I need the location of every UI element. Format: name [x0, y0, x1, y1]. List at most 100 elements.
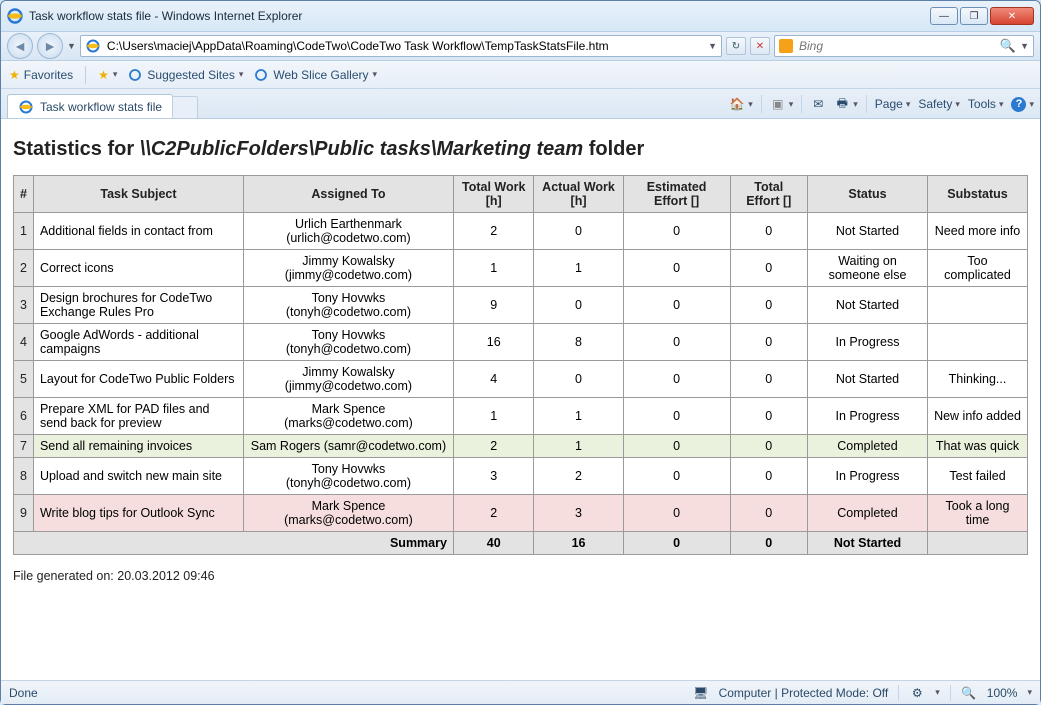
- protected-mode-toggle[interactable]: ⚙: [909, 685, 925, 701]
- cell-esteffort: 0: [623, 435, 730, 458]
- cell-substatus: [928, 324, 1028, 361]
- star-icon: ★: [9, 68, 20, 82]
- tools-menu-label: Tools: [968, 97, 996, 111]
- back-button[interactable]: ◄: [7, 33, 33, 59]
- cell-index: 3: [14, 287, 34, 324]
- cell-subject: Correct icons: [33, 250, 243, 287]
- cell-index: 6: [14, 398, 34, 435]
- cell-subject: Design brochures for CodeTwo Exchange Ru…: [33, 287, 243, 324]
- cell-toteffort: 0: [730, 250, 807, 287]
- cell-subject: Upload and switch new main site: [33, 458, 243, 495]
- tools-menu[interactable]: Tools ▾: [968, 97, 1004, 111]
- col-index: #: [14, 176, 34, 213]
- cell-esteffort: 0: [623, 250, 730, 287]
- refresh-button[interactable]: ↻: [726, 37, 746, 55]
- table-row: 9Write blog tips for Outlook SyncMark Sp…: [14, 495, 1028, 532]
- minimize-button[interactable]: —: [930, 7, 958, 25]
- cell-status: Completed: [808, 495, 928, 532]
- zone-icon: 🖥: [693, 685, 709, 701]
- address-input[interactable]: [105, 38, 704, 54]
- cell-assigned: Mark Spence(marks@codetwo.com): [243, 495, 453, 532]
- cell-subject: Write blog tips for Outlook Sync: [33, 495, 243, 532]
- col-toteffort: Total Effort []: [730, 176, 807, 213]
- cell-assigned: Tony Hovwks(tonyh@codetwo.com): [243, 324, 453, 361]
- search-go-icon[interactable]: 🔍: [1000, 38, 1016, 54]
- table-row: 2Correct iconsJimmy Kowalsky(jimmy@codet…: [14, 250, 1028, 287]
- cell-index: 2: [14, 250, 34, 287]
- cell-status: In Progress: [808, 398, 928, 435]
- cell-actualwork: 0: [534, 361, 623, 398]
- cell-subject: Google AdWords - additional campaigns: [33, 324, 243, 361]
- favorites-button[interactable]: ★Favorites: [9, 68, 73, 82]
- zoom-icon[interactable]: 🔍: [961, 685, 977, 701]
- cell-assigned: Mark Spence(marks@codetwo.com): [243, 398, 453, 435]
- status-bar: Done 🖥 Computer | Protected Mode: Off ⚙▾…: [1, 680, 1040, 704]
- page-content: Statistics for \\C2PublicFolders\Public …: [1, 119, 1040, 680]
- title-bar: Task workflow stats file - Windows Inter…: [1, 1, 1040, 31]
- suggested-sites-button[interactable]: Suggested Sites▾: [127, 67, 243, 83]
- cell-esteffort: 0: [623, 458, 730, 495]
- heading-prefix: Statistics for: [13, 138, 140, 160]
- safety-menu[interactable]: Safety ▾: [918, 97, 960, 111]
- summary-substatus: [928, 532, 1028, 555]
- summary-esteffort: 0: [623, 532, 730, 555]
- cell-status: Not Started: [808, 213, 928, 250]
- maximize-button[interactable]: ❐: [960, 7, 988, 25]
- close-button[interactable]: ✕: [990, 7, 1034, 25]
- page-menu[interactable]: Page ▾: [875, 97, 911, 111]
- cell-totalwork: 1: [453, 250, 534, 287]
- page-heading: Statistics for \\C2PublicFolders\Public …: [13, 138, 1028, 161]
- search-dropdown[interactable]: ▼: [1020, 41, 1029, 51]
- search-box[interactable]: 🔍 ▼: [774, 35, 1034, 57]
- ie-icon: [7, 8, 23, 24]
- cell-esteffort: 0: [623, 495, 730, 532]
- col-totalwork: Total Work [h]: [453, 176, 534, 213]
- web-slice-button[interactable]: Web Slice Gallery▾: [253, 67, 377, 83]
- cell-subject: Prepare XML for PAD files and send back …: [33, 398, 243, 435]
- cell-status: Not Started: [808, 287, 928, 324]
- print-icon: 🖶: [834, 96, 850, 112]
- add-favorite-button[interactable]: ★▾: [98, 68, 117, 82]
- stats-table: # Task Subject Assigned To Total Work [h…: [13, 175, 1028, 555]
- cell-index: 4: [14, 324, 34, 361]
- cell-toteffort: 0: [730, 398, 807, 435]
- tab-row: Task workflow stats file 🏠▾ ▣▾ ✉ 🖶▾ Page…: [1, 89, 1040, 119]
- cell-substatus: That was quick: [928, 435, 1028, 458]
- search-input[interactable]: [797, 38, 996, 54]
- help-button[interactable]: ?▾: [1011, 97, 1034, 112]
- cell-toteffort: 0: [730, 287, 807, 324]
- cell-esteffort: 0: [623, 324, 730, 361]
- page-menu-label: Page: [875, 97, 903, 111]
- heading-path: \\C2PublicFolders\Public tasks\Marketing…: [140, 138, 583, 160]
- webslice-label: Web Slice Gallery: [273, 68, 368, 82]
- read-mail-button[interactable]: ✉: [810, 96, 826, 112]
- cell-substatus: Too complicated: [928, 250, 1028, 287]
- bing-icon: [779, 39, 793, 53]
- cell-esteffort: 0: [623, 398, 730, 435]
- history-dropdown[interactable]: ▼: [67, 41, 76, 51]
- feeds-button[interactable]: ▣▾: [770, 96, 794, 112]
- new-tab-button[interactable]: [172, 96, 198, 118]
- forward-button[interactable]: ►: [37, 33, 63, 59]
- print-button[interactable]: 🖶▾: [834, 96, 858, 112]
- cell-index: 8: [14, 458, 34, 495]
- table-row: 8Upload and switch new main siteTony Hov…: [14, 458, 1028, 495]
- cell-actualwork: 0: [534, 287, 623, 324]
- address-bar[interactable]: ▼: [80, 35, 722, 57]
- cell-substatus: Took a long time: [928, 495, 1028, 532]
- suggested-label: Suggested Sites: [147, 68, 234, 82]
- cell-totalwork: 16: [453, 324, 534, 361]
- cell-totalwork: 2: [453, 213, 534, 250]
- active-tab[interactable]: Task workflow stats file: [7, 94, 173, 118]
- zoom-dropdown[interactable]: ▾: [1027, 687, 1032, 698]
- address-dropdown[interactable]: ▼: [708, 41, 717, 51]
- col-actualwork: Actual Work [h]: [534, 176, 623, 213]
- table-row: 5Layout for CodeTwo Public FoldersJimmy …: [14, 361, 1028, 398]
- cell-esteffort: 0: [623, 287, 730, 324]
- cell-totalwork: 4: [453, 361, 534, 398]
- col-esteffort: Estimated Effort []: [623, 176, 730, 213]
- cell-assigned: Jimmy Kowalsky(jimmy@codetwo.com): [243, 250, 453, 287]
- stop-button[interactable]: ✕: [750, 37, 770, 55]
- cell-status: In Progress: [808, 458, 928, 495]
- home-button[interactable]: 🏠▾: [729, 96, 753, 112]
